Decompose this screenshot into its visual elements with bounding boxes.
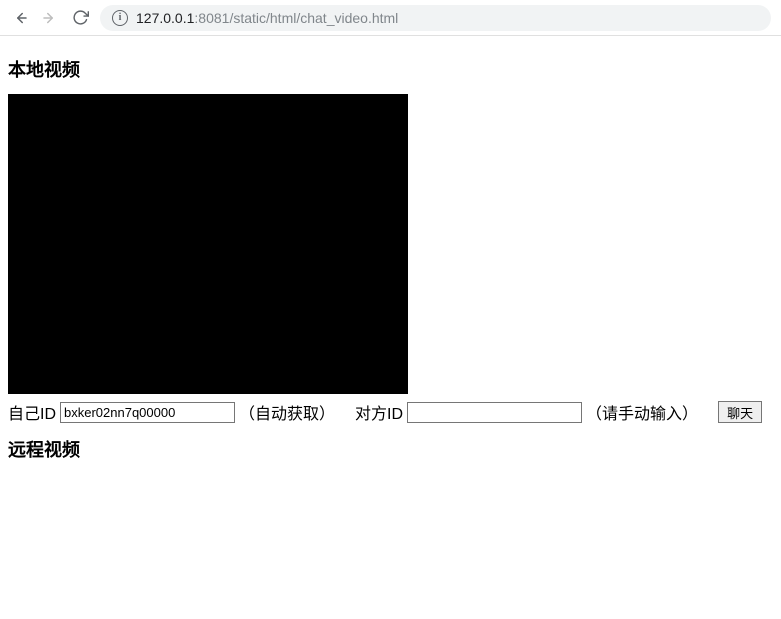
address-bar[interactable]: i 127.0.0.1:8081/static/html/chat_video.… (100, 5, 771, 31)
page-content: 本地视频 自己ID （自动获取） 对方ID （请手动输入） 聊天 远程视频 (0, 36, 781, 482)
info-icon: i (112, 10, 128, 26)
url-path: /static/html/chat_video.html (229, 10, 398, 26)
reload-button[interactable] (70, 9, 90, 26)
forward-button[interactable] (40, 9, 60, 27)
url-port: :8081 (194, 10, 229, 26)
url-host: 127.0.0.1 (136, 10, 194, 26)
browser-toolbar: i 127.0.0.1:8081/static/html/chat_video.… (0, 0, 781, 36)
self-id-hint: （自动获取） (239, 400, 335, 424)
self-id-input[interactable] (60, 402, 235, 423)
url-text: 127.0.0.1:8081/static/html/chat_video.ht… (136, 10, 398, 26)
self-id-label: 自己ID (8, 400, 56, 424)
chat-button[interactable]: 聊天 (718, 401, 762, 423)
other-id-hint: （请手动输入） (586, 400, 698, 424)
remote-video-heading: 远程视频 (8, 436, 773, 462)
other-id-input[interactable] (407, 402, 582, 423)
back-button[interactable] (10, 9, 30, 27)
local-video-heading: 本地视频 (8, 56, 773, 82)
local-video-player[interactable] (8, 94, 408, 394)
other-id-label: 对方ID (355, 400, 403, 424)
controls-row: 自己ID （自动获取） 对方ID （请手动输入） 聊天 (8, 400, 773, 424)
